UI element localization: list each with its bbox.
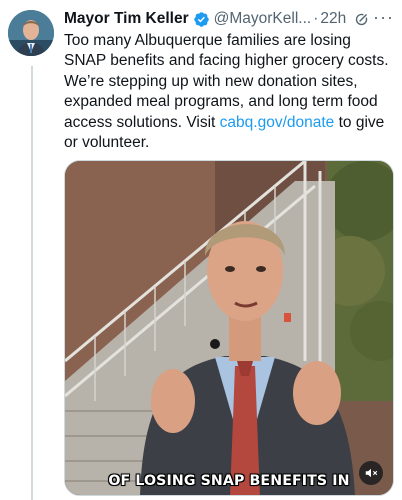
tweet-header: Mayor Tim Keller @MayorKell... · 22h ··· <box>64 7 394 29</box>
video-frame <box>65 161 393 495</box>
thread-line <box>31 66 33 500</box>
timestamp[interactable]: 22h <box>320 10 346 28</box>
author-handle[interactable]: @MayorKell... <box>214 10 312 28</box>
video-player[interactable]: OF LOSING SNAP BENEFITS IN <box>64 160 394 496</box>
avatar[interactable] <box>8 10 54 56</box>
speaker-muted-icon[interactable] <box>359 461 383 485</box>
video-caption: OF LOSING SNAP BENEFITS IN <box>108 473 350 489</box>
tweet-text: Too many Albuquerque families are losing… <box>64 31 394 153</box>
separator-dot: · <box>313 10 319 27</box>
donate-link[interactable]: cabq.gov/donate <box>220 114 335 131</box>
more-options-icon[interactable]: ··· <box>373 7 394 28</box>
author-name[interactable]: Mayor Tim Keller <box>64 10 189 28</box>
grok-icon[interactable] <box>354 12 369 27</box>
verified-badge-icon <box>193 11 210 28</box>
